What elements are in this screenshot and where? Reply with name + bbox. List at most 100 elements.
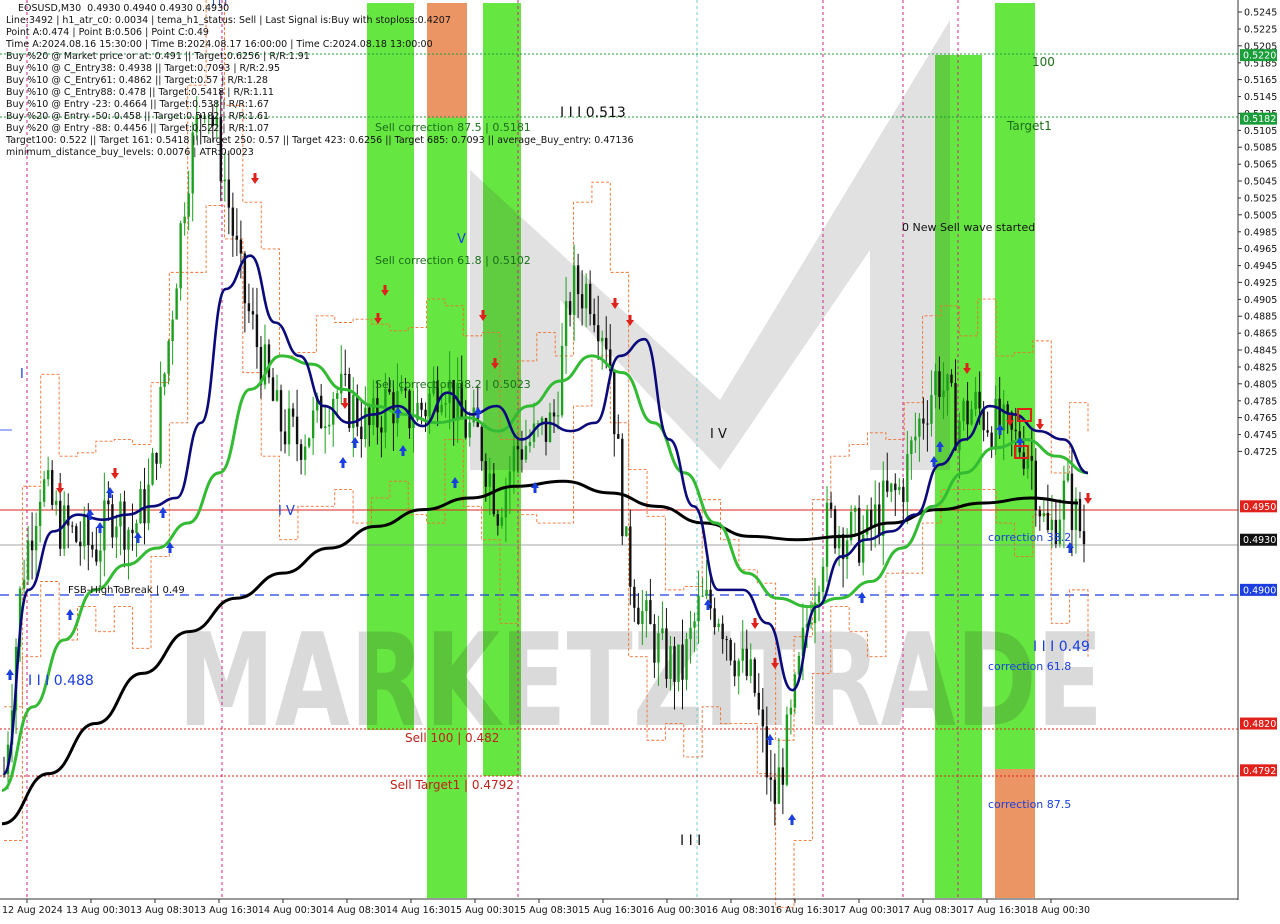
time-tick-label: 13 Aug 16:30 [194, 905, 258, 916]
sell-correction-875-label: Sell correction 87.5 | 0.5181 [375, 121, 531, 134]
price-tag-label: 0.4900 [1243, 585, 1276, 596]
price-tick-label: 0.5065 [1244, 160, 1277, 171]
time-tick-label: 13 Aug 08:30 [130, 905, 194, 916]
candle-body [508, 471, 512, 488]
candle-body [59, 500, 62, 549]
candle-body [926, 423, 929, 425]
candle-body [307, 438, 311, 447]
candle-body [183, 216, 186, 224]
candle-body [757, 692, 760, 710]
candle-body [480, 426, 483, 462]
candle-body [637, 607, 640, 625]
info-line: Line:3492 | h1_atr_c0: 0.0034 | tema_h1_… [6, 15, 451, 26]
candle-body [621, 438, 624, 537]
candle-body [946, 374, 949, 391]
candle-body [380, 427, 383, 433]
info-line: Buy %20 @ Entry -88: 0.4456 || Target:0.… [6, 123, 270, 134]
wave-iii-049-label: I I I 0.49 [1033, 639, 1090, 655]
candle-body [934, 371, 937, 396]
candle-body [825, 502, 829, 567]
candle-body [87, 516, 90, 546]
time-tick-label: 17 Aug 16:30 [962, 905, 1026, 916]
candle-body [528, 441, 532, 446]
time-tick-label: 15 Aug 08:30 [514, 905, 578, 916]
candle-body [829, 502, 833, 510]
candle-body [629, 526, 632, 587]
price-tick-label: 0.5025 [1244, 194, 1277, 205]
candle-body [741, 648, 744, 661]
candle-body [54, 500, 58, 505]
candle-body [34, 525, 38, 551]
candle-body [291, 408, 295, 417]
candle-body [548, 412, 552, 442]
candle-body [605, 337, 608, 350]
candle-body [556, 415, 560, 417]
price-tick-label: 0.5245 [1244, 8, 1277, 19]
price-tick-label: 0.5145 [1244, 92, 1277, 103]
price-tick-label: 0.4745 [1244, 430, 1277, 441]
level-100-label: 100 [1032, 55, 1055, 69]
price-tick-label: 0.4985 [1244, 227, 1277, 238]
candle-body [50, 470, 54, 505]
time-tick-label: 17 Aug 08:30 [898, 905, 962, 916]
info-title: EOSUSD,M30 0.4930 0.4940 0.4930 0.4930 [18, 3, 230, 14]
info-line: Buy %20 @ Entry -50: 0.458 || Target:0.5… [6, 111, 270, 122]
candle-body [1050, 519, 1054, 531]
candle-body [725, 639, 728, 641]
candle-body [75, 526, 78, 542]
price-tick-label: 0.5165 [1244, 75, 1277, 86]
candle-body [737, 660, 740, 677]
candle-body [765, 726, 769, 778]
candle-body [761, 709, 764, 727]
price-tag-label: 0.5220 [1243, 51, 1276, 62]
candle-body [769, 777, 773, 780]
chart-window: MARKETZITRADE Sell correction 87.5 | 0.5… [0, 0, 1280, 920]
price-tick-label: 0.4725 [1244, 447, 1277, 458]
wave-iii-label: I I I [680, 833, 701, 849]
candle-body [625, 526, 628, 537]
candle-body [753, 659, 756, 693]
time-tick-label: 14 Aug 00:30 [258, 905, 322, 916]
candle-body [673, 646, 676, 682]
price-tick-label: 0.5005 [1244, 210, 1277, 221]
candle-body [187, 193, 190, 217]
candle-body [713, 608, 716, 628]
candle-body [151, 452, 154, 485]
candle-body [287, 408, 291, 445]
candle-body [26, 540, 30, 580]
price-tick-label: 0.4945 [1244, 261, 1277, 272]
time-tick-label: 18 Aug 00:30 [1026, 905, 1090, 916]
candle-body [111, 504, 114, 538]
candle-body [958, 421, 961, 451]
candle-body [303, 446, 307, 460]
candle-body [890, 483, 893, 492]
wave-iii-0513-label: I I I 0.513 [560, 105, 626, 121]
candle-body [163, 373, 166, 387]
candle-body [372, 398, 375, 426]
candle-body [898, 487, 901, 491]
candle-body [131, 529, 134, 534]
candle-body [83, 516, 86, 547]
candle-body [323, 426, 327, 429]
sell-correction-382-label: Sell correction 38.2 | 0.5023 [375, 378, 531, 391]
price-tag-label: 0.4950 [1243, 502, 1276, 513]
candle-body [420, 402, 423, 410]
price-tick-label: 0.5105 [1244, 126, 1277, 137]
candle-body [255, 314, 259, 348]
candle-body [584, 283, 588, 309]
candle-body [564, 301, 568, 346]
price-tag-label: 0.5182 [1243, 114, 1276, 125]
candle-body [127, 529, 130, 550]
new-sell-wave-label: 0 New Sell wave started [902, 221, 1035, 234]
candle-body [155, 452, 158, 464]
candle-body [874, 504, 877, 527]
candle-body [1034, 460, 1038, 511]
candle-body [552, 412, 556, 417]
candle-body [665, 628, 668, 679]
sell-target1-label: Sell Target1 | 0.4792 [390, 778, 514, 792]
time-tick-label: 14 Aug 16:30 [386, 905, 450, 916]
time-tick-label: 13 Aug 00:30 [66, 905, 130, 916]
candle-body [283, 431, 287, 445]
candle-body [123, 501, 126, 550]
candle-body [910, 440, 913, 455]
